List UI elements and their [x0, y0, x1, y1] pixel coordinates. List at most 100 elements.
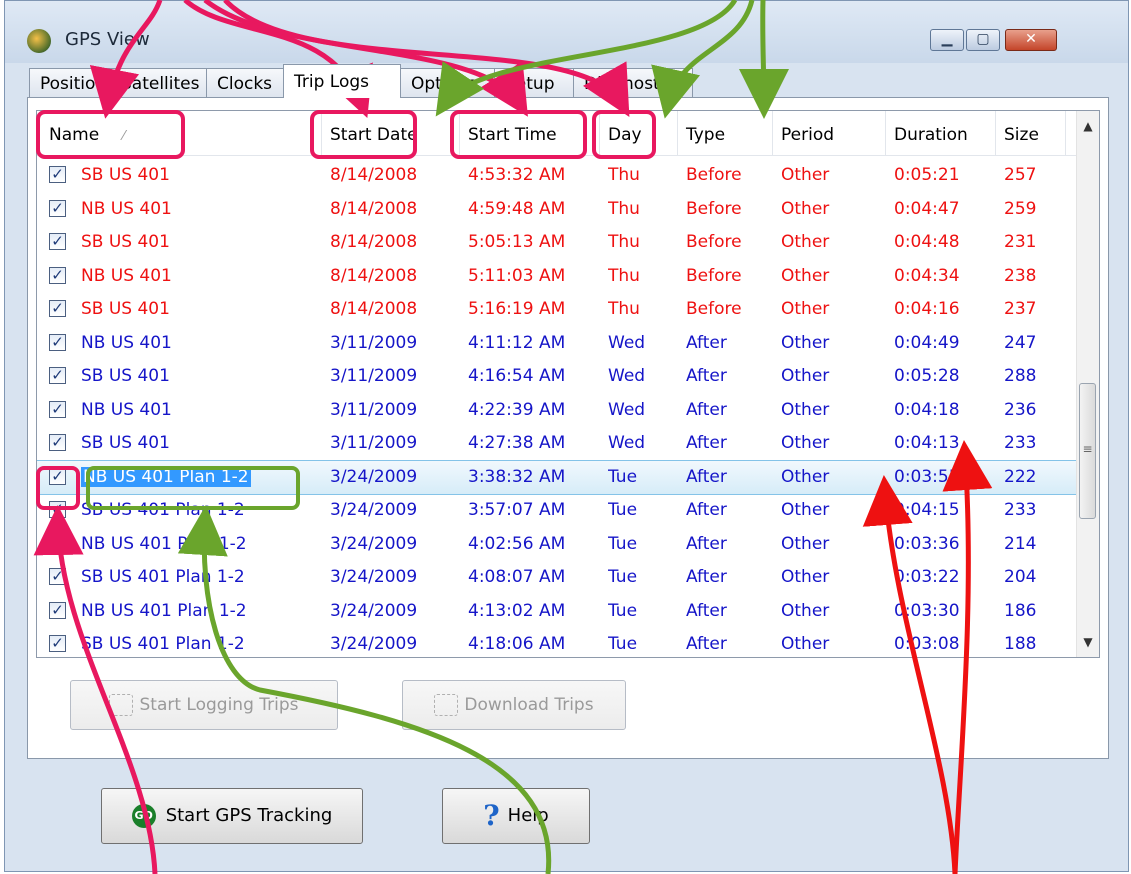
- col-type-header[interactable]: Type: [678, 111, 773, 155]
- col-period-header[interactable]: Period: [773, 111, 886, 155]
- cell-type: Before: [686, 198, 742, 219]
- scroll-thumb[interactable]: ≡: [1079, 383, 1096, 519]
- cell-type: After: [686, 366, 727, 386]
- tab-clocks[interactable]: Clocks: [206, 68, 284, 98]
- table-row[interactable]: ✓ SB US 401 8/14/2008 5:05:13 AM Thu Before Ot…: [37, 226, 1077, 260]
- row-checkbox[interactable]: ✓: [49, 400, 66, 418]
- table-row[interactable]: ✓ SB US 401 8/14/2008 4:53:32 AM Thu Before Ot…: [37, 159, 1077, 193]
- table-row[interactable]: ✓ SB US 401 3/11/2009 4:27:38 AM Wed After Oth…: [37, 427, 1077, 461]
- cell-time: 4:11:12 AM: [468, 332, 566, 353]
- row-checkbox[interactable]: ✓: [49, 601, 66, 619]
- tab-position[interactable]: Position: [29, 68, 111, 98]
- trip-list[interactable]: Name ⁄ Start Date Start Time Day Type Pe…: [36, 110, 1100, 658]
- row-checkbox[interactable]: ✓: [49, 367, 66, 384]
- cell-type: Before: [686, 265, 742, 286]
- download-trips-button[interactable]: Download Trips: [402, 680, 626, 730]
- table-row[interactable]: ✓ SB US 401 3/11/2009 4:16:54 AM Wed After Oth…: [37, 360, 1077, 394]
- row-checkbox[interactable]: ✓: [49, 534, 66, 552]
- cell-day: Tue: [608, 567, 638, 587]
- cell-type: Before: [686, 232, 742, 252]
- tab-trip-logs[interactable]: Trip Logs: [283, 64, 401, 98]
- cell-period: Other: [781, 466, 830, 487]
- download-icon: [434, 694, 459, 716]
- maximize-icon[interactable]: ▢: [966, 29, 1000, 51]
- tab-satellites[interactable]: Satellites: [110, 68, 207, 98]
- window-title: GPS View: [65, 29, 150, 50]
- tab-options[interactable]: Options: [400, 68, 495, 98]
- cell-type: After: [686, 332, 727, 353]
- cell-name: NB US 401: [81, 198, 172, 219]
- minimize-icon[interactable]: ▁: [930, 29, 964, 51]
- cell-size: 204: [1004, 567, 1037, 587]
- cell-name: SB US 401 Plan 1-2: [81, 634, 245, 654]
- table-row[interactable]: ✓ SB US 401 Plan 1-2 3/24/2009 4:08:07 AM Tu…: [37, 561, 1077, 595]
- row-checkbox[interactable]: ✓: [49, 233, 66, 250]
- cell-duration: 0:03:08: [894, 634, 960, 654]
- tab-strip: Position Satellites Clocks Trip Logs Opt…: [29, 64, 693, 98]
- gps-view-window: GPS View ▁ ▢ ✕ Position Satellites Clock…: [4, 0, 1129, 872]
- cell-period: Other: [781, 567, 830, 587]
- row-checkbox[interactable]: ✓: [49, 199, 66, 217]
- cell-size: 222: [1004, 466, 1037, 487]
- table-row[interactable]: ✓ SB US 401 Plan 1-2 3/24/2009 3:57:07 AM Tu…: [37, 494, 1077, 528]
- help-button[interactable]: ? Help: [442, 788, 590, 844]
- cell-size: 231: [1004, 232, 1037, 252]
- name-edit-field[interactable]: NB US 401 Plan 1-2: [81, 461, 317, 495]
- table-row[interactable]: ✓ NB US 401 8/14/2008 5:11:03 AM Thu Before Ot…: [37, 260, 1077, 294]
- table-row[interactable]: ✓ NB US 401 Plan 1-2 3/24/2009 3:38:32 AM Tu…: [37, 459, 1078, 495]
- cell-date: 8/14/2008: [330, 232, 418, 252]
- start-gps-tracking-button[interactable]: GO Start GPS Tracking: [101, 788, 363, 844]
- row-checkbox[interactable]: ✓: [49, 434, 66, 451]
- cell-type: Before: [686, 165, 742, 185]
- vertical-scrollbar[interactable]: ▲ ≡ ▼: [1076, 111, 1099, 657]
- row-checkbox[interactable]: ✓: [49, 300, 66, 317]
- logging-icon: [109, 694, 134, 716]
- table-row[interactable]: ✓ NB US 401 Plan 1-2 3/24/2009 4:02:56 AM Tu…: [37, 528, 1077, 562]
- row-checkbox[interactable]: ✓: [49, 501, 66, 518]
- table-row[interactable]: ✓ SB US 401 Plan 1-2 3/24/2009 4:18:06 AM Tu…: [37, 628, 1077, 657]
- cell-size: 236: [1004, 399, 1037, 420]
- cell-date: 3/11/2009: [330, 399, 418, 420]
- row-checkbox[interactable]: ✓: [49, 266, 66, 284]
- cell-type: After: [686, 600, 727, 621]
- row-checkbox[interactable]: ✓: [49, 333, 66, 351]
- row-checkbox[interactable]: ✓: [49, 467, 66, 485]
- scroll-up-icon[interactable]: ▲: [1077, 111, 1099, 141]
- table-row[interactable]: ✓ NB US 401 Plan 1-2 3/24/2009 4:13:02 AM Tu…: [37, 595, 1077, 629]
- col-start-date-header[interactable]: Start Date: [322, 111, 460, 155]
- cell-name: SB US 401 Plan 1-2: [81, 567, 245, 587]
- cell-period: Other: [781, 332, 830, 353]
- col-start-time-header[interactable]: Start Time: [460, 111, 600, 155]
- tab-setup[interactable]: Setup: [494, 68, 574, 98]
- table-row[interactable]: ✓ NB US 401 3/11/2009 4:22:39 AM Wed After Oth…: [37, 394, 1077, 428]
- col-day-header[interactable]: Day: [600, 111, 678, 155]
- col-duration-header[interactable]: Duration: [886, 111, 996, 155]
- table-row[interactable]: ✓ NB US 401 3/11/2009 4:11:12 AM Wed After Oth…: [37, 327, 1077, 361]
- cell-period: Other: [781, 634, 830, 654]
- start-logging-trips-button[interactable]: Start Logging Trips: [70, 680, 338, 730]
- cell-name: NB US 401: [81, 332, 172, 353]
- scroll-down-icon[interactable]: ▼: [1077, 627, 1099, 657]
- table-row[interactable]: ✓ SB US 401 8/14/2008 5:16:19 AM Thu Before Ot…: [37, 293, 1077, 327]
- gps-tracking-label: Start GPS Tracking: [165, 805, 333, 826]
- cell-type: Before: [686, 299, 742, 319]
- cell-size: 257: [1004, 165, 1037, 185]
- cell-size: 233: [1004, 500, 1037, 520]
- close-icon[interactable]: ✕: [1005, 29, 1057, 51]
- cell-name: SB US 401: [81, 299, 170, 319]
- row-checkbox[interactable]: ✓: [49, 166, 66, 183]
- col-name-header[interactable]: Name ⁄: [37, 111, 322, 155]
- list-header: Name ⁄ Start Date Start Time Day Type Pe…: [37, 111, 1077, 156]
- cell-duration: 0:04:13: [894, 433, 960, 453]
- row-checkbox[interactable]: ✓: [49, 568, 66, 585]
- cell-day: Wed: [608, 399, 646, 420]
- cell-size: 238: [1004, 265, 1037, 286]
- row-checkbox[interactable]: ✓: [49, 635, 66, 652]
- cell-time: 5:05:13 AM: [468, 232, 566, 252]
- tab-diagnostics[interactable]: Diagnostics: [573, 68, 693, 98]
- cell-day: Wed: [608, 332, 646, 353]
- cell-size: 188: [1004, 634, 1037, 654]
- col-size-header[interactable]: Size: [996, 111, 1066, 155]
- cell-duration: 0:03:55: [894, 466, 960, 487]
- table-row[interactable]: ✓ NB US 401 8/14/2008 4:59:48 AM Thu Before Ot…: [37, 193, 1077, 227]
